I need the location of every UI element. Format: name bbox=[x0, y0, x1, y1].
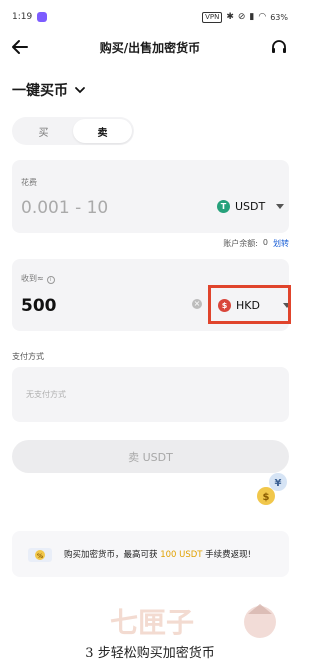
receive-label-wrap: 收到≈ i bbox=[21, 273, 55, 284]
usdt-icon: T bbox=[217, 200, 230, 213]
mute-icon: ⊘ bbox=[237, 12, 246, 22]
tab-sell[interactable]: 卖 bbox=[73, 119, 132, 143]
coins-decoration-icon: ¥ $ bbox=[257, 473, 287, 505]
payment-method-field[interactable]: 无支付方式 bbox=[12, 367, 289, 422]
spend-currency-label: USDT bbox=[235, 200, 266, 213]
payment-method-placeholder: 无支付方式 bbox=[26, 390, 66, 399]
battery-level: 63% bbox=[270, 12, 288, 22]
cashback-icon: % bbox=[28, 548, 52, 562]
transfer-link[interactable]: 划转 bbox=[273, 238, 289, 249]
promo-prefix: 购买加密货币，最高可获 bbox=[64, 550, 161, 560]
caption: 3 步轻松购买加密货币 bbox=[85, 646, 215, 661]
caret-down-icon bbox=[276, 204, 285, 209]
highlight-box bbox=[208, 285, 291, 324]
chevron-down-icon bbox=[75, 87, 85, 94]
clear-icon[interactable]: × bbox=[192, 299, 202, 309]
promo-highlight: 100 USDT bbox=[160, 550, 203, 560]
tab-buy[interactable]: 买 bbox=[14, 119, 73, 143]
spend-currency-select[interactable]: T USDT bbox=[217, 200, 285, 213]
svg-text:$: $ bbox=[263, 492, 270, 503]
payment-method-label: 支付方式 bbox=[12, 352, 44, 361]
wifi-icon: ◠ bbox=[258, 12, 267, 22]
status-right: VPN ✱ ⊘ ▮ ◠ 63% bbox=[202, 11, 288, 23]
promo-suffix: 手续费返现! bbox=[202, 550, 252, 560]
mode-dropdown[interactable]: 一键买币 bbox=[12, 80, 86, 100]
sell-usdt-button[interactable]: 卖 USDT bbox=[12, 440, 289, 473]
promo-banner[interactable]: % 购买加密货币，最高可获 100 USDT 手续费返现! bbox=[12, 531, 289, 577]
page-title: 购买/出售加密货币 bbox=[99, 40, 201, 55]
receive-label: 收到≈ bbox=[21, 274, 44, 283]
promo-text: 购买加密货币，最高可获 100 USDT 手续费返现! bbox=[64, 548, 251, 560]
buy-sell-toggle: 买 卖 bbox=[12, 117, 134, 145]
svg-text:%: % bbox=[37, 553, 43, 560]
spend-label: 花费 bbox=[21, 178, 37, 187]
watermark-logo: 七匣子 bbox=[110, 604, 276, 639]
top-nav: 购买/出售加密货币 bbox=[0, 34, 300, 60]
signal-icon: ▮ bbox=[249, 12, 255, 22]
info-icon[interactable]: i bbox=[46, 276, 55, 284]
headset-icon[interactable] bbox=[270, 38, 288, 56]
spend-amount-input[interactable]: 0.001 - 10 bbox=[21, 198, 108, 218]
svg-text:¥: ¥ bbox=[275, 478, 282, 489]
status-time: 1:19 bbox=[12, 12, 33, 22]
balance-value: 0 bbox=[262, 238, 268, 247]
balance-row: 账户余额: 0 划转 bbox=[223, 238, 289, 249]
receive-amount-input[interactable]: 500 bbox=[21, 296, 57, 316]
arrow-left-icon[interactable] bbox=[10, 37, 30, 57]
bluetooth-icon: ✱ bbox=[226, 12, 234, 22]
app-notification-icon bbox=[37, 12, 48, 22]
spend-card: 花费 0.001 - 10 T USDT bbox=[12, 160, 289, 233]
watermark-text: 七匣子 bbox=[110, 606, 194, 639]
status-left: 1:19 bbox=[12, 12, 48, 22]
mode-label: 一键买币 bbox=[12, 83, 68, 99]
status-bar: 1:19 VPN ✱ ⊘ ▮ ◠ 63% bbox=[0, 0, 300, 34]
balance-label: 账户余额: bbox=[223, 239, 258, 248]
vpn-badge: VPN bbox=[202, 11, 223, 23]
